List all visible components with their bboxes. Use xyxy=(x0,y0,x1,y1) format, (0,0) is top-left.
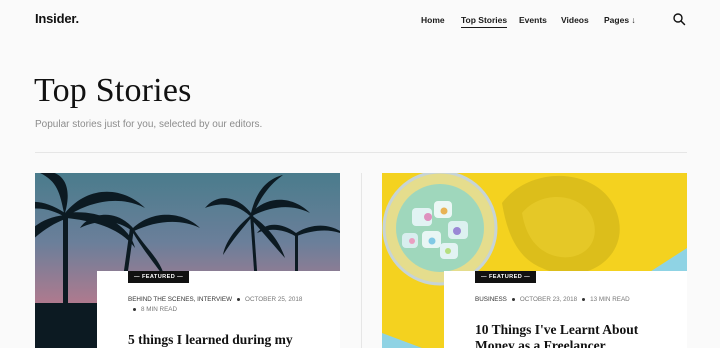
nav-item-events[interactable]: Events xyxy=(519,15,547,25)
nav-item-home[interactable]: Home xyxy=(421,15,445,25)
card-title[interactable]: 5 things I learned during my xyxy=(128,332,328,348)
card-categories[interactable]: BEHIND THE SCENES, INTERVIEW xyxy=(128,296,232,303)
page-subtitle: Popular stories just for you, selected b… xyxy=(35,119,263,130)
card-title[interactable]: 10 Things I've Learnt About Money as a F… xyxy=(475,322,645,348)
card-body-2: — FEATURED — BUSINESS OCTOBER 23, 2018 13 … xyxy=(444,271,687,348)
nav-item-pages[interactable]: Pages ↓ xyxy=(604,15,636,25)
meta-separator xyxy=(582,297,586,301)
card-meta: BEHIND THE SCENES, INTERVIEW OCTOBER 25, … xyxy=(128,295,313,315)
meta-separator xyxy=(511,297,515,301)
card-categories[interactable]: BUSINESS xyxy=(475,296,507,303)
card-meta: BUSINESS OCTOBER 23, 2018 13 MIN READ xyxy=(475,295,675,305)
card-date: OCTOBER 23, 2018 xyxy=(519,296,578,303)
featured-badge[interactable]: — FEATURED — xyxy=(475,271,537,283)
nav-item-videos[interactable]: Videos xyxy=(561,15,589,25)
meta-separator xyxy=(133,307,136,311)
meta-separator xyxy=(237,297,241,301)
card-body-1: — FEATURED — BEHIND THE SCENES, INTERVIE… xyxy=(97,271,340,348)
card-date: OCTOBER 25, 2018 xyxy=(245,296,303,303)
featured-badge[interactable]: — FEATURED — xyxy=(128,271,190,283)
site-logo[interactable]: Insider. xyxy=(35,11,79,26)
card-read-time: 8 MIN READ xyxy=(141,306,178,313)
nav-item-top-stories[interactable]: Top Stories xyxy=(461,15,508,28)
search-icon[interactable] xyxy=(672,12,686,26)
site-header: Insider. Home Top Stories Events Videos … xyxy=(0,0,720,40)
section-divider xyxy=(35,152,687,153)
page-title: Top Stories xyxy=(34,72,192,109)
column-divider xyxy=(361,173,362,348)
card-read-time: 13 MIN READ xyxy=(590,296,630,303)
